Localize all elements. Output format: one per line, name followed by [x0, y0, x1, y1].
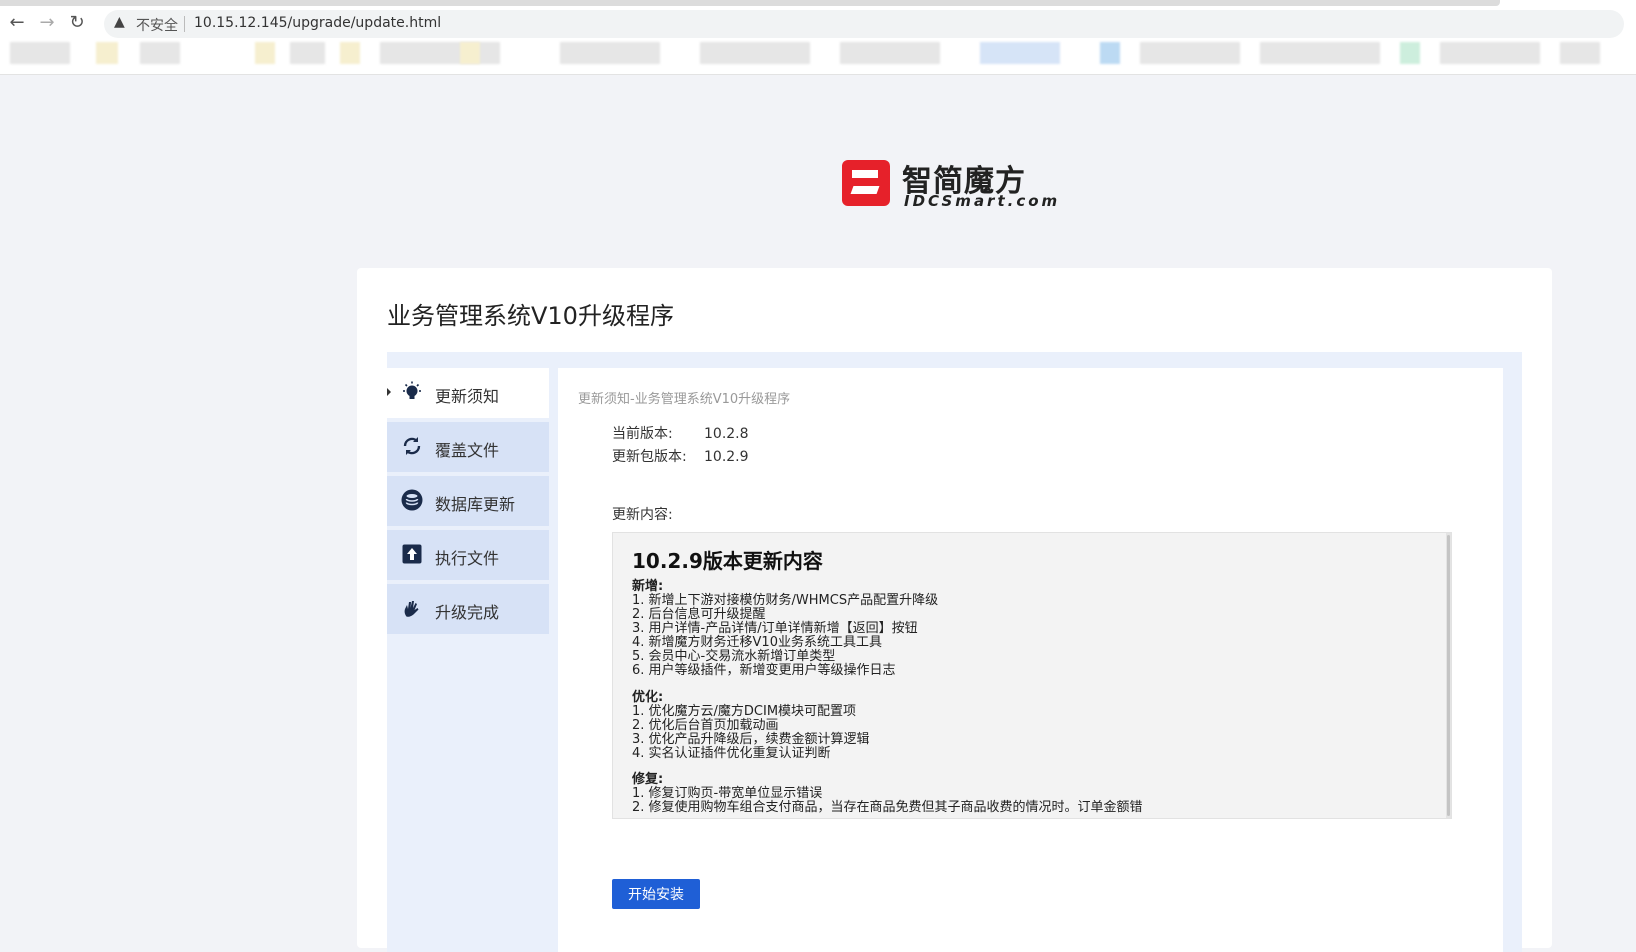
- forward-icon[interactable]: →: [36, 12, 58, 34]
- step-overwrite-files[interactable]: 覆盖文件: [387, 422, 549, 472]
- page-title: 业务管理系统V10升级程序: [387, 302, 674, 330]
- bookmark-item[interactable]: [340, 42, 360, 64]
- notes-scrollbar[interactable]: [1446, 533, 1451, 818]
- note-item: 3. 用户详情-产品详情/订单详情新增【返回】按钮: [632, 621, 918, 636]
- note-item: 5. 会员中心-交易流水新增订单类型: [632, 649, 836, 664]
- step-label: 升级完成: [435, 603, 500, 622]
- step-update-notice[interactable]: 更新须知: [387, 368, 549, 418]
- active-arrow-icon: [387, 388, 391, 396]
- reload-icon[interactable]: ↻: [66, 12, 88, 34]
- breadcrumb: 更新须知-业务管理系统V10升级程序: [578, 392, 791, 407]
- step-label: 更新须知: [435, 387, 500, 406]
- bookmark-item[interactable]: [1440, 42, 1540, 64]
- notes-label: 更新内容:: [612, 507, 673, 523]
- section-heading: 优化:: [632, 690, 664, 705]
- package-version-value: 10.2.9: [704, 449, 749, 465]
- hand-icon: [401, 597, 423, 619]
- note-item: 2. 优化后台首页加载动画: [632, 718, 779, 733]
- database-icon: [401, 489, 423, 511]
- bookmark-item[interactable]: [255, 42, 275, 64]
- note-item: 1. 修复订购页-带宽单位显示错误: [632, 786, 823, 801]
- url-text[interactable]: 10.15.12.145/upgrade/update.html: [194, 15, 441, 31]
- note-item: 4. 实名认证插件优化重复认证判断: [632, 746, 831, 761]
- address-bar[interactable]: ▲ 不安全 10.15.12.145/upgrade/update.html: [104, 10, 1624, 38]
- note-item: 3. 优化产品升降级后，续费金额计算逻辑: [632, 732, 870, 747]
- bulb-icon: [401, 381, 423, 403]
- package-version-label: 更新包版本:: [612, 449, 687, 465]
- step-label: 覆盖文件: [435, 441, 500, 460]
- note-item: 1. 新增上下游对接模仿财务/WHMCS产品配置升降级: [632, 593, 939, 608]
- step-upgrade-complete[interactable]: 升级完成: [387, 584, 549, 634]
- bookmark-item[interactable]: [700, 42, 810, 64]
- upload-icon: [401, 543, 423, 565]
- upgrade-card: 业务管理系统V10升级程序 更新须知 覆盖文件 数据库更新 执行文件 升级完成 …: [357, 268, 1552, 952]
- notes-title: 10.2.9版本更新内容: [632, 549, 823, 573]
- note-item: 1. 优化魔方云/魔方DCIM模块可配置项: [632, 704, 857, 719]
- bookmark-item[interactable]: [96, 42, 118, 64]
- bookmark-item[interactable]: [1100, 42, 1120, 64]
- step-label: 执行文件: [435, 549, 500, 568]
- warning-icon: ▲: [114, 14, 125, 30]
- package-version-row: 更新包版本: 10.2.9: [612, 446, 749, 466]
- notes-section-fixed: 修复: 1. 修复订购页-带宽单位显示错误 2. 修复使用购物车组合支付商品，当…: [632, 773, 1143, 815]
- tab-strip: [0, 0, 1500, 6]
- bookmark-item[interactable]: [1560, 42, 1600, 64]
- section-heading: 修复:: [632, 772, 664, 787]
- current-version-row: 当前版本: 10.2.8: [612, 423, 749, 443]
- notes-section-optimized: 优化: 1. 优化魔方云/魔方DCIM模块可配置项 2. 优化后台首页加载动画 …: [632, 691, 870, 761]
- step-execute-files[interactable]: 执行文件: [387, 530, 549, 580]
- bookmark-item[interactable]: [1140, 42, 1240, 64]
- back-icon[interactable]: ←: [6, 12, 28, 34]
- note-item: 2. 后台信息可升级提醒: [632, 607, 766, 622]
- steps-sidebar: 更新须知 覆盖文件 数据库更新 执行文件 升级完成: [387, 368, 549, 638]
- address-separator: [184, 16, 185, 32]
- note-item: 4. 新增魔方财务迁移V10业务系统工具工具: [632, 635, 882, 650]
- bookmark-item[interactable]: [1260, 42, 1380, 64]
- bookmarks-bar: [0, 40, 1636, 72]
- current-version-value: 10.2.8: [704, 426, 749, 442]
- bookmark-item[interactable]: [380, 42, 500, 64]
- insecure-label[interactable]: 不安全: [136, 15, 178, 35]
- logo-mark-icon: [842, 160, 890, 206]
- notes-section-added: 新增: 1. 新增上下游对接模仿财务/WHMCS产品配置升降级 2. 后台信息可…: [632, 580, 938, 678]
- update-notes-box[interactable]: 10.2.9版本更新内容 新增: 1. 新增上下游对接模仿财务/WHMCS产品配…: [612, 532, 1452, 819]
- bookmark-item[interactable]: [140, 42, 180, 64]
- start-install-button[interactable]: 开始安装: [612, 879, 700, 909]
- section-heading: 新增:: [632, 579, 664, 594]
- bookmark-item[interactable]: [1400, 42, 1420, 64]
- bookmark-item[interactable]: [460, 42, 480, 64]
- bookmark-item[interactable]: [560, 42, 660, 64]
- note-item: 6. 用户等级插件，新增变更用户等级操作日志: [632, 663, 896, 678]
- logo-name-en: IDCSmart.com: [904, 192, 1061, 210]
- current-version-label: 当前版本:: [612, 426, 673, 442]
- step-label: 数据库更新: [435, 495, 516, 514]
- bookmark-item[interactable]: [980, 42, 1060, 64]
- content-area: 更新须知-业务管理系统V10升级程序 当前版本: 10.2.8 更新包版本: 10.…: [558, 368, 1503, 952]
- bookmark-item[interactable]: [840, 42, 940, 64]
- note-item: 2. 修复使用购物车组合支付商品，当存在商品免费但其子商品收费的情况时。订单金额…: [632, 800, 1143, 815]
- upgrade-panel: 更新须知 覆盖文件 数据库更新 执行文件 升级完成 更新须知-业务管理系统V10…: [387, 352, 1522, 952]
- refresh-icon: [401, 435, 423, 457]
- step-database-update[interactable]: 数据库更新: [387, 476, 549, 526]
- browser-chrome: ← → ↻ ▲ 不安全 10.15.12.145/upgrade/update.…: [0, 0, 1636, 75]
- bookmark-item[interactable]: [290, 42, 325, 64]
- bookmark-item[interactable]: [10, 42, 70, 64]
